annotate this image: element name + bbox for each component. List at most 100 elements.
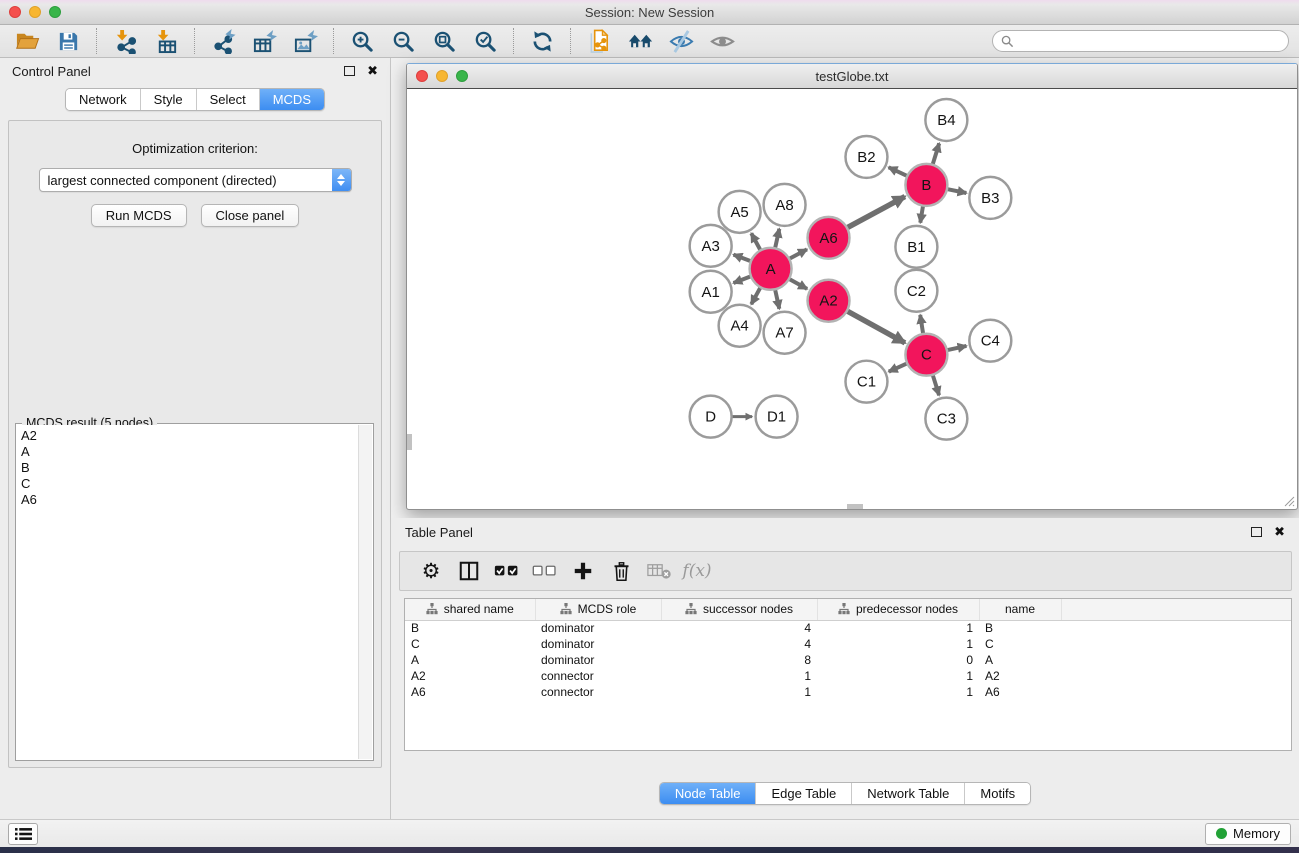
zoom-out-icon[interactable] bbox=[386, 27, 420, 55]
table-cell[interactable]: 1 bbox=[661, 668, 817, 684]
tab-network-table[interactable]: Network Table bbox=[852, 783, 965, 804]
graph-edge-A-A4[interactable] bbox=[751, 287, 760, 304]
zoom-in-icon[interactable] bbox=[345, 27, 379, 55]
close-table-panel-icon[interactable]: ✖ bbox=[1274, 527, 1285, 537]
table-row[interactable]: Bdominator41B bbox=[405, 620, 1291, 636]
open-session-icon[interactable] bbox=[10, 27, 44, 55]
result-scrollbar[interactable] bbox=[358, 425, 372, 759]
show-panels-eye-icon[interactable] bbox=[705, 27, 739, 55]
table-cell[interactable]: B bbox=[979, 620, 1061, 636]
export-image-icon[interactable] bbox=[288, 27, 322, 55]
tab-style[interactable]: Style bbox=[141, 89, 197, 110]
table-cell[interactable]: A2 bbox=[979, 668, 1061, 684]
tab-edge-table[interactable]: Edge Table bbox=[756, 783, 852, 804]
table-cell[interactable]: 8 bbox=[661, 652, 817, 668]
graph-edge-A-A7[interactable] bbox=[775, 289, 779, 309]
graph-edge-A-A5[interactable] bbox=[751, 233, 760, 250]
table-cell[interactable]: 1 bbox=[817, 636, 979, 652]
graph-edge-A6-B[interactable] bbox=[847, 197, 905, 228]
zoom-fit-icon[interactable] bbox=[427, 27, 461, 55]
search-input[interactable] bbox=[1019, 34, 1280, 48]
network-canvas[interactable]: B4B2BB3A5A8A6B1A3AC2A1A2A4A7C4CC1C3DD1 bbox=[407, 89, 1297, 509]
show-columns-icon[interactable] bbox=[450, 555, 488, 587]
graph-edge-A-A2[interactable] bbox=[789, 279, 807, 289]
tab-network[interactable]: Network bbox=[66, 89, 141, 110]
resize-grip-icon[interactable] bbox=[1281, 493, 1295, 507]
column-header-name[interactable]: name bbox=[979, 599, 1061, 620]
table-cell[interactable]: C bbox=[405, 636, 535, 652]
graph-edge-C-C2[interactable] bbox=[920, 315, 923, 334]
tab-motifs[interactable]: Motifs bbox=[965, 783, 1030, 804]
criterion-select[interactable]: largest connected component (directed) bbox=[39, 168, 352, 192]
graph-edge-A-A8[interactable] bbox=[775, 229, 779, 249]
add-column-icon[interactable] bbox=[564, 555, 602, 587]
table-cell[interactable]: 0 bbox=[817, 652, 979, 668]
table-cell[interactable]: A6 bbox=[979, 684, 1061, 700]
home-icon[interactable] bbox=[623, 27, 657, 55]
table-row[interactable]: A2connector11A2 bbox=[405, 668, 1291, 684]
table-cell[interactable]: 4 bbox=[661, 636, 817, 652]
close-panel-button[interactable]: Close panel bbox=[201, 204, 300, 227]
tab-node-table[interactable]: Node Table bbox=[660, 783, 757, 804]
select-all-columns-icon[interactable] bbox=[488, 555, 526, 587]
graph-edge-C-C4[interactable] bbox=[947, 346, 967, 350]
table-cell[interactable]: dominator bbox=[535, 636, 661, 652]
column-header-MCDS-role[interactable]: MCDS role bbox=[535, 599, 661, 620]
refresh-icon[interactable] bbox=[525, 27, 559, 55]
table-cell[interactable]: 1 bbox=[661, 684, 817, 700]
memory-button[interactable]: Memory bbox=[1205, 823, 1291, 845]
float-panel-icon[interactable] bbox=[344, 66, 355, 76]
mcds-result-item[interactable]: B bbox=[21, 460, 354, 476]
table-cell[interactable]: A bbox=[979, 652, 1061, 668]
mcds-result-item[interactable]: A bbox=[21, 444, 354, 460]
run-mcds-button[interactable]: Run MCDS bbox=[91, 204, 187, 227]
table-header-row[interactable]: shared nameMCDS rolesuccessor nodesprede… bbox=[405, 599, 1291, 620]
search-field[interactable] bbox=[992, 30, 1289, 52]
graph-edge-B-B1[interactable] bbox=[920, 206, 923, 223]
float-table-panel-icon[interactable] bbox=[1251, 527, 1262, 537]
graph-edge-A2-C[interactable] bbox=[847, 311, 905, 343]
column-header-shared-name[interactable]: shared name bbox=[405, 599, 535, 620]
table-cell[interactable]: dominator bbox=[535, 620, 661, 636]
table-cell[interactable]: 1 bbox=[817, 620, 979, 636]
horizontal-scroll-indicator[interactable] bbox=[847, 504, 863, 509]
mcds-result-item[interactable]: C bbox=[21, 476, 354, 492]
column-header-predecessor-nodes[interactable]: predecessor nodes bbox=[817, 599, 979, 620]
export-network-icon[interactable] bbox=[206, 27, 240, 55]
table-row[interactable]: Cdominator41C bbox=[405, 636, 1291, 652]
import-table-icon[interactable] bbox=[149, 27, 183, 55]
mcds-result-list[interactable]: A2ABCA6 bbox=[17, 425, 358, 759]
table-cell[interactable]: A6 bbox=[405, 684, 535, 700]
table-cell[interactable]: dominator bbox=[535, 652, 661, 668]
network-window-titlebar[interactable]: testGlobe.txt bbox=[407, 64, 1297, 89]
graph-edge-A-A3[interactable] bbox=[733, 255, 750, 262]
graph-edge-A-A1[interactable] bbox=[733, 276, 750, 283]
network-graph[interactable]: B4B2BB3A5A8A6B1A3AC2A1A2A4A7C4CC1C3DD1 bbox=[407, 89, 1297, 509]
import-network-icon[interactable] bbox=[108, 27, 142, 55]
table-cell[interactable]: B bbox=[405, 620, 535, 636]
table-cell[interactable]: connector bbox=[535, 684, 661, 700]
hide-panels-eye-slash-icon[interactable] bbox=[664, 27, 698, 55]
graph-edge-B-B2[interactable] bbox=[889, 167, 908, 176]
tab-mcds[interactable]: MCDS bbox=[260, 89, 324, 110]
table-cell[interactable]: A bbox=[405, 652, 535, 668]
graph-edge-B-B4[interactable] bbox=[933, 143, 940, 164]
graph-edge-C-C3[interactable] bbox=[933, 375, 939, 396]
table-cell[interactable]: connector bbox=[535, 668, 661, 684]
zoom-selected-icon[interactable] bbox=[468, 27, 502, 55]
delete-columns-trash-icon[interactable] bbox=[602, 555, 640, 587]
graph-edge-A-A6[interactable] bbox=[789, 249, 807, 259]
table-cell[interactable]: 4 bbox=[661, 620, 817, 636]
table-cell[interactable]: A2 bbox=[405, 668, 535, 684]
mcds-result-item[interactable]: A6 bbox=[21, 492, 354, 508]
vertical-scroll-indicator[interactable] bbox=[407, 434, 412, 450]
tab-select[interactable]: Select bbox=[197, 89, 260, 110]
graph-edge-C-C1[interactable] bbox=[889, 363, 907, 371]
table-cell[interactable]: C bbox=[979, 636, 1061, 652]
table-options-gear-icon[interactable]: ⚙ bbox=[412, 555, 450, 587]
graph-edge-B-B3[interactable] bbox=[947, 189, 966, 193]
save-session-icon[interactable] bbox=[51, 27, 85, 55]
new-network-from-selection-icon[interactable] bbox=[582, 27, 616, 55]
table-row[interactable]: Adominator80A bbox=[405, 652, 1291, 668]
close-panel-icon[interactable]: ✖ bbox=[367, 66, 378, 76]
